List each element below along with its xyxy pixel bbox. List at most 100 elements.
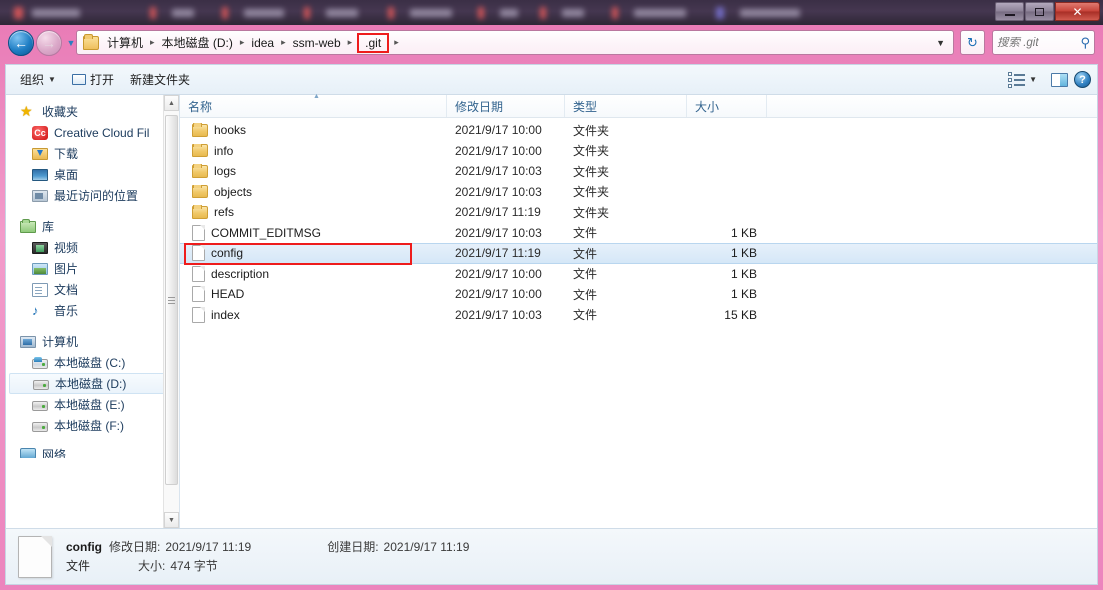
file-icon (192, 306, 205, 323)
sidebar-item-[interactable]: 计算机 (6, 331, 179, 352)
breadcrumb-item-ssm-web[interactable]: ssm-web (289, 34, 345, 52)
back-button[interactable]: ← (8, 30, 34, 56)
sidebar-item-[interactable]: 库 (6, 216, 179, 237)
file-name-cell[interactable]: COMMIT_EDITMSG (180, 224, 447, 241)
sidebar-item-[interactable]: 图片 (6, 258, 179, 279)
help-icon[interactable]: ? (1074, 71, 1091, 88)
blurred-tab-fragment (244, 9, 284, 17)
table-row[interactable]: COMMIT_EDITMSG 2021/9/17 10:03 文件 1 KB (180, 223, 1097, 244)
table-row[interactable]: info 2021/9/17 10:00 文件夹 (180, 141, 1097, 162)
breadcrumb-item-idea[interactable]: idea (247, 34, 278, 52)
minimize-button[interactable] (995, 2, 1024, 21)
sidebar-item-[interactable]: 桌面 (6, 164, 179, 185)
sidebar-item--e[interactable]: 本地磁盘 (E:) (6, 394, 179, 415)
explorer-client-area: 组织 ▼ 打开 新建文件夹 ▼ ? ★ 收藏夹 Cc Creative Clou… (5, 64, 1098, 585)
sidebar-item--c[interactable]: 本地磁盘 (C:) (6, 352, 179, 373)
breadcrumb-item--d-[interactable]: 本地磁盘 (D:) (158, 32, 237, 53)
file-name-cell[interactable]: logs (180, 164, 447, 178)
breadcrumb-item--git[interactable]: .git (357, 32, 390, 53)
change-view-button[interactable]: ▼ (1000, 69, 1045, 91)
folder-icon (192, 164, 208, 178)
table-row[interactable]: description 2021/9/17 10:00 文件 1 KB (180, 264, 1097, 285)
network-icon (20, 448, 36, 458)
blurred-tab-fragment (612, 7, 618, 19)
table-row[interactable]: hooks 2021/9/17 10:00 文件夹 (180, 120, 1097, 141)
address-breadcrumb-bar[interactable]: 计算机 ▸ 本地磁盘 (D:) ▸ idea ▸ ssm-web ▸ .git ▸ ▼ (76, 30, 954, 55)
close-button[interactable]: ✕ (1055, 2, 1100, 21)
file-name-cell[interactable]: refs (180, 205, 447, 219)
sidebar-group: 计算机本地磁盘 (C:) 本地磁盘 (D:) 本地磁盘 (E:) 本地磁盘 (F:) (6, 331, 179, 436)
search-box[interactable]: ⚲ (992, 30, 1095, 55)
file-name-label: info (214, 143, 234, 158)
organize-button[interactable]: 组织 ▼ (12, 68, 64, 91)
blurred-tab-fragment (562, 9, 584, 17)
blurred-tab-fragment (540, 7, 546, 19)
window-controls: ✕ (995, 2, 1100, 21)
details-created-label: 创建日期: (327, 539, 379, 554)
sidebar-item--d[interactable]: 本地磁盘 (D:) (9, 373, 176, 394)
column-header-name[interactable]: 名称 (180, 93, 447, 117)
column-header-size[interactable]: 大小 (687, 95, 767, 117)
sidebar-group: 网络 (6, 446, 179, 458)
details-created-value: 2021/9/17 11:19 (383, 539, 470, 554)
table-row[interactable]: refs 2021/9/17 11:19 文件夹 (180, 202, 1097, 223)
blurred-tab-fragment (326, 9, 358, 17)
sidebar-item-[interactable]: 最近访问的位置 (6, 185, 179, 206)
navigation-scrollbar[interactable]: ▲ ▼ (163, 95, 179, 528)
file-name-label: logs (214, 164, 237, 179)
file-name-cell[interactable]: HEAD (180, 286, 447, 303)
preview-pane-icon[interactable] (1051, 72, 1068, 87)
blurred-tab-fragment (222, 7, 228, 19)
file-name-label: objects (214, 184, 253, 199)
view-mode-icon (1008, 71, 1026, 88)
table-row[interactable]: HEAD 2021/9/17 10:00 文件 1 KB (180, 284, 1097, 305)
forward-button[interactable]: → (36, 30, 62, 56)
file-name-cell[interactable]: description (180, 265, 447, 282)
sidebar-item-[interactable]: 文档 (6, 279, 179, 300)
column-header-type[interactable]: 类型 (565, 95, 687, 117)
organize-label: 组织 (20, 73, 45, 87)
open-button[interactable]: 打开 (64, 68, 122, 91)
sidebar-item-[interactable]: 下载 (6, 143, 179, 164)
sidebar-item-label: Creative Cloud Fil (54, 125, 150, 140)
file-name-cell[interactable]: index (180, 306, 447, 323)
sidebar-item-[interactable]: ★ 收藏夹 (6, 101, 179, 122)
search-input[interactable] (997, 36, 1075, 49)
file-name-cell[interactable]: config (180, 243, 447, 265)
sidebar-item-label: 桌面 (54, 168, 79, 182)
toolbar-right-group: ▼ ? (1000, 69, 1091, 91)
details-line-1: config 修改日期: 2021/9/17 11:19 创建日期: 2021/… (66, 538, 469, 557)
breadcrumb-item--[interactable]: 计算机 (103, 32, 147, 53)
file-name-cell[interactable]: info (180, 143, 447, 158)
address-bar-row: ← → ▼ 计算机 ▸ 本地磁盘 (D:) ▸ idea ▸ ssm-web ▸ .git ▸ ▼… (0, 25, 1103, 62)
refresh-button[interactable]: ↻ (960, 30, 985, 55)
scrollbar-thumb[interactable] (165, 115, 178, 485)
sidebar-item-[interactable]: 网络 (6, 446, 179, 458)
blurred-tab-fragment (716, 7, 724, 19)
address-dropdown-icon[interactable]: ▼ (928, 38, 953, 48)
sidebar-item-[interactable]: 视频 (6, 237, 179, 258)
blurred-tab-fragment (388, 7, 394, 19)
sidebar-item-[interactable]: ♪ 音乐 (6, 300, 179, 321)
details-size-label: 大小: (138, 558, 166, 573)
file-type-cell: 文件 (573, 246, 598, 261)
maximize-button[interactable] (1025, 2, 1054, 21)
sidebar-item--f[interactable]: 本地磁盘 (F:) (6, 415, 179, 436)
scroll-down-button[interactable]: ▼ (164, 512, 179, 528)
sidebar-item-label: 本地磁盘 (C:) (54, 356, 126, 370)
scrollbar-track[interactable] (164, 111, 179, 512)
file-list-pane: 名称 修改日期 类型 大小 hooks 2021/9/17 10:00 文件夹 info 20… (180, 93, 1097, 528)
file-name-cell[interactable]: objects (180, 184, 447, 199)
file-size-cell: 1 KB (730, 287, 757, 302)
computer-icon (20, 336, 36, 348)
table-row[interactable]: objects 2021/9/17 10:03 文件夹 (180, 182, 1097, 203)
table-row[interactable]: logs 2021/9/17 10:03 文件夹 (180, 161, 1097, 182)
sidebar-item-creative-cloud-fil[interactable]: Cc Creative Cloud Fil (6, 122, 179, 143)
table-row[interactable]: config 2021/9/17 11:19 文件 1 KB (180, 243, 1097, 265)
table-row[interactable]: index 2021/9/17 10:03 文件 15 KB (180, 305, 1097, 326)
column-header-date[interactable]: 修改日期 (447, 95, 565, 117)
new-folder-button[interactable]: 新建文件夹 (122, 68, 198, 91)
scroll-up-button[interactable]: ▲ (164, 95, 179, 111)
file-name-cell[interactable]: hooks (180, 123, 447, 137)
file-date-cell: 2021/9/17 10:03 (455, 307, 542, 322)
